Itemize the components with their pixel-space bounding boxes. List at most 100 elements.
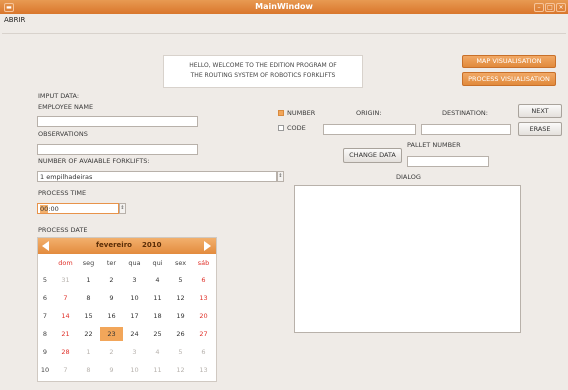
calendar-day[interactable]: 31 <box>54 273 77 287</box>
calendar-day[interactable]: 2 <box>100 345 123 359</box>
calendar-day[interactable]: 23 <box>100 327 123 341</box>
dialog-label: DIALOG <box>396 173 421 181</box>
calendar-year[interactable]: 2010 <box>142 241 161 249</box>
observations-label: OBSERVATIONS <box>38 130 88 138</box>
calendar-day[interactable]: 22 <box>77 327 100 341</box>
toolbar-divider <box>2 33 566 44</box>
calendar-day[interactable]: 16 <box>100 309 123 323</box>
calendar-day[interactable]: 27 <box>192 327 215 341</box>
calendar-weekday: seg <box>82 259 95 267</box>
process-date-calendar[interactable]: fevereiro 2010 dom seg ter qua qui sex sáb 5 31… <box>37 237 217 382</box>
calendar-week-number: 10 <box>40 366 50 374</box>
calendar-day[interactable]: 14 <box>54 309 77 323</box>
pallet-number-field[interactable] <box>407 156 489 167</box>
code-label: CODE <box>287 124 306 132</box>
calendar-day[interactable]: 4 <box>146 273 169 287</box>
calendar-day[interactable]: 5 <box>169 345 192 359</box>
calendar-weekday: qui <box>152 259 163 267</box>
calendar-weekday: sáb <box>197 259 210 267</box>
process-date-label: PROCESS DATE <box>38 226 88 234</box>
calendar-day[interactable]: 1 <box>77 273 100 287</box>
calendar-day[interactable]: 15 <box>77 309 100 323</box>
change-data-button[interactable]: CHANGE DATA <box>343 148 402 163</box>
calendar-day[interactable]: 4 <box>146 345 169 359</box>
calendar-day[interactable]: 12 <box>169 363 192 377</box>
erase-button[interactable]: ERASE <box>518 122 562 136</box>
calendar-weekday: sex <box>174 259 187 267</box>
calendar-day[interactable]: 17 <box>123 309 146 323</box>
menu-abrir[interactable]: ABRIR <box>4 16 25 24</box>
calendar-day[interactable]: 24 <box>123 327 146 341</box>
welcome-line-1: HELLO, WELCOME TO THE EDITION PROGRAM OF <box>189 62 337 69</box>
calendar-week-number: 5 <box>42 276 48 284</box>
close-icon[interactable]: × <box>556 3 566 12</box>
calendar-day[interactable]: 8 <box>77 363 100 377</box>
calendar-week-number: 8 <box>42 330 48 338</box>
process-time-label: PROCESS TIME <box>38 189 87 197</box>
forklifts-combobox[interactable]: 1 empilhadeiras <box>37 171 277 182</box>
calendar-day[interactable]: 7 <box>54 363 77 377</box>
calendar-day[interactable]: 3 <box>123 345 146 359</box>
process-visualisation-button[interactable]: PROCESS VISUALISATION <box>462 72 556 86</box>
calendar-day[interactable]: 2 <box>100 273 123 287</box>
calendar-day[interactable]: 18 <box>146 309 169 323</box>
welcome-line-2: THE ROUTING SYSTEM OF ROBOTICS FORKLIFTS <box>190 72 336 79</box>
number-checkbox[interactable] <box>278 110 284 116</box>
destination-field[interactable] <box>421 124 511 135</box>
calendar-weekday: ter <box>106 259 117 267</box>
process-time-spinner[interactable]: ⇕ <box>119 203 126 214</box>
calendar-day[interactable]: 6 <box>192 273 215 287</box>
calendar-day[interactable]: 7 <box>54 291 77 305</box>
employee-name-label: EMPLOYEE NAME <box>38 103 94 111</box>
calendar-day[interactable]: 1 <box>77 345 100 359</box>
calendar-day[interactable]: 10 <box>123 291 146 305</box>
calendar-day[interactable]: 13 <box>192 291 215 305</box>
employee-name-field[interactable] <box>37 116 198 127</box>
calendar-day[interactable]: 5 <box>169 273 192 287</box>
pallet-number-label: PALLET NUMBER <box>407 141 461 149</box>
destination-label: DESTINATION: <box>442 109 488 117</box>
calendar-day[interactable]: 3 <box>123 273 146 287</box>
number-label: NUMBER <box>287 109 316 117</box>
calendar-day[interactable]: 25 <box>146 327 169 341</box>
calendar-day[interactable]: 9 <box>100 291 123 305</box>
calendar-day[interactable]: 10 <box>123 363 146 377</box>
calendar-weekday: dom <box>58 259 73 267</box>
next-button[interactable]: NEXT <box>518 104 562 118</box>
title-bar: MainWindow ▬ – □ × <box>0 0 568 14</box>
calendar-day[interactable]: 21 <box>54 327 77 341</box>
next-month-icon[interactable] <box>204 241 211 251</box>
code-checkbox[interactable] <box>278 125 284 131</box>
calendar-header: fevereiro 2010 <box>38 238 216 254</box>
calendar-day[interactable]: 11 <box>146 291 169 305</box>
calendar-day[interactable]: 11 <box>146 363 169 377</box>
map-visualisation-button[interactable]: MAP VISUALISATION <box>462 55 556 68</box>
calendar-month[interactable]: fevereiro <box>96 241 132 249</box>
process-time-field[interactable]: 00:00 <box>37 203 119 214</box>
calendar-day[interactable]: 20 <box>192 309 215 323</box>
calendar-week-number: 6 <box>42 294 48 302</box>
calendar-day[interactable]: 26 <box>169 327 192 341</box>
origin-field[interactable] <box>323 124 416 135</box>
imput-data-label: IMPUT DATA: <box>38 92 80 100</box>
calendar-day[interactable]: 13 <box>192 363 215 377</box>
observations-field[interactable] <box>37 144 198 155</box>
calendar-day[interactable]: 28 <box>54 345 77 359</box>
calendar-day[interactable]: 8 <box>77 291 100 305</box>
calendar-week-number: 7 <box>42 312 48 320</box>
welcome-message: HELLO, WELCOME TO THE EDITION PROGRAM OF… <box>163 55 363 88</box>
window-title: MainWindow <box>255 2 313 11</box>
calendar-day[interactable]: 9 <box>100 363 123 377</box>
dialog-textarea[interactable] <box>294 185 521 333</box>
menu-bar: ABRIR <box>0 14 568 26</box>
maximize-icon[interactable]: □ <box>545 3 555 12</box>
calendar-week-number: 9 <box>42 348 48 356</box>
forklifts-label: NUMBER OF AVAIABLE FORKLIFTS: <box>38 157 150 165</box>
window-menu-icon[interactable]: ▬ <box>4 3 14 12</box>
calendar-day[interactable]: 19 <box>169 309 192 323</box>
previous-month-icon[interactable] <box>42 241 49 251</box>
calendar-day[interactable]: 6 <box>192 345 215 359</box>
calendar-day[interactable]: 12 <box>169 291 192 305</box>
minimize-icon[interactable]: – <box>534 3 544 12</box>
forklifts-spinner[interactable]: ⇕ <box>277 171 284 182</box>
